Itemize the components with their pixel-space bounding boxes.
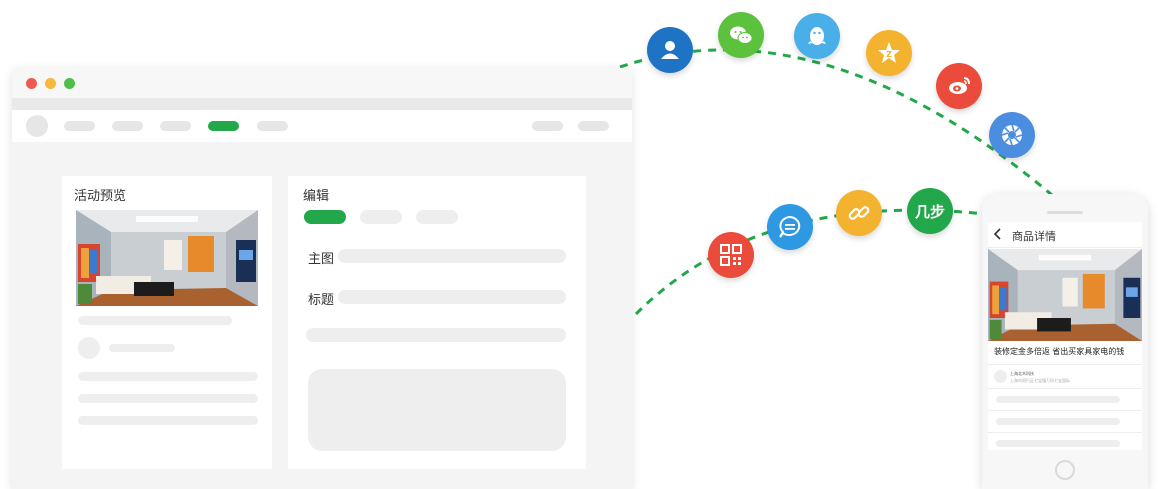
content-textarea[interactable] xyxy=(308,369,566,451)
message-bubble-icon[interactable] xyxy=(767,204,813,250)
phone-speaker xyxy=(1047,211,1083,214)
main-image-field[interactable] xyxy=(338,249,566,263)
divider xyxy=(988,410,1142,411)
nav-item-active[interactable] xyxy=(208,121,239,131)
nav-item-right-1[interactable] xyxy=(532,121,563,131)
qr-code-icon[interactable] xyxy=(708,232,754,278)
content-skeleton xyxy=(996,418,1120,425)
jibu-logo-text: 几步 xyxy=(914,203,945,221)
preview-text-skeleton xyxy=(78,416,258,425)
qzone-star-icon[interactable]: Z xyxy=(866,30,912,76)
qq-penguin-icon[interactable] xyxy=(794,13,840,59)
edit-panel: 编辑 主图 标题 xyxy=(288,176,586,469)
preview-author-skeleton xyxy=(109,344,175,352)
nav-item-5[interactable] xyxy=(257,121,288,131)
author-avatar xyxy=(994,370,1007,383)
preview-avatar-skeleton xyxy=(78,337,100,359)
preview-text-skeleton xyxy=(78,394,258,403)
product-room-image xyxy=(988,249,1142,341)
main-image-label: 主图 xyxy=(308,251,335,266)
preview-text-skeleton xyxy=(78,372,258,381)
phone-page-title: 商品详情 xyxy=(1012,231,1056,243)
app-navbar xyxy=(12,110,632,142)
preview-title-skeleton xyxy=(78,316,232,325)
browser-titlebar xyxy=(12,68,632,98)
svg-text:Z: Z xyxy=(886,50,892,59)
jibu-logo-icon[interactable]: 几步 xyxy=(907,188,953,234)
title-field[interactable] xyxy=(338,290,566,304)
author-address: 上海市闵行区七宝镇万科七宝国际 xyxy=(1010,378,1070,383)
user-icon[interactable] xyxy=(647,27,693,73)
phone-mockup: 商品详情 装修定金多倍返 省出买家具家电的钱 上海北木科技 上海市闵行区七宝镇万… xyxy=(982,194,1148,489)
product-caption: 装修定金多倍返 省出买家具家电的钱 xyxy=(994,347,1125,356)
link-chain-icon[interactable] xyxy=(836,190,882,236)
nav-item-3[interactable] xyxy=(160,121,191,131)
edit-field[interactable] xyxy=(306,328,566,342)
title-label: 标题 xyxy=(308,292,335,307)
minimize-window-button[interactable] xyxy=(45,78,56,89)
content-skeleton xyxy=(996,440,1120,447)
activity-preview-panel: 活动预览 xyxy=(62,176,272,469)
browser-tab-strip xyxy=(12,98,632,110)
camera-aperture-icon[interactable] xyxy=(989,112,1035,158)
edit-tab-active[interactable] xyxy=(304,210,346,224)
maximize-window-button[interactable] xyxy=(64,78,75,89)
avatar[interactable] xyxy=(26,115,48,137)
author-name: 上海北木科技 xyxy=(1010,371,1034,376)
phone-header: 商品详情 xyxy=(988,222,1142,248)
weibo-icon[interactable] xyxy=(936,63,982,109)
divider xyxy=(988,364,1142,365)
preview-panel-title: 活动预览 xyxy=(74,188,127,203)
divider xyxy=(988,432,1142,433)
nav-item-right-2[interactable] xyxy=(578,121,609,131)
nav-item-2[interactable] xyxy=(112,121,143,131)
back-arrow-icon[interactable] xyxy=(992,227,1004,241)
phone-screen: 商品详情 装修定金多倍返 省出买家具家电的钱 上海北木科技 上海市闵行区七宝镇万… xyxy=(988,222,1142,450)
close-window-button[interactable] xyxy=(26,78,37,89)
nav-item-1[interactable] xyxy=(64,121,95,131)
edit-tab[interactable] xyxy=(416,210,458,224)
edit-tab[interactable] xyxy=(360,210,402,224)
preview-room-image xyxy=(76,210,258,306)
wechat-icon[interactable] xyxy=(718,12,764,58)
phone-home-button[interactable] xyxy=(1055,460,1075,480)
content-skeleton xyxy=(996,396,1120,403)
divider xyxy=(988,388,1142,389)
edit-panel-title: 编辑 xyxy=(303,188,330,203)
browser-window: 活动预览 编辑 主图 标题 xyxy=(12,68,632,489)
